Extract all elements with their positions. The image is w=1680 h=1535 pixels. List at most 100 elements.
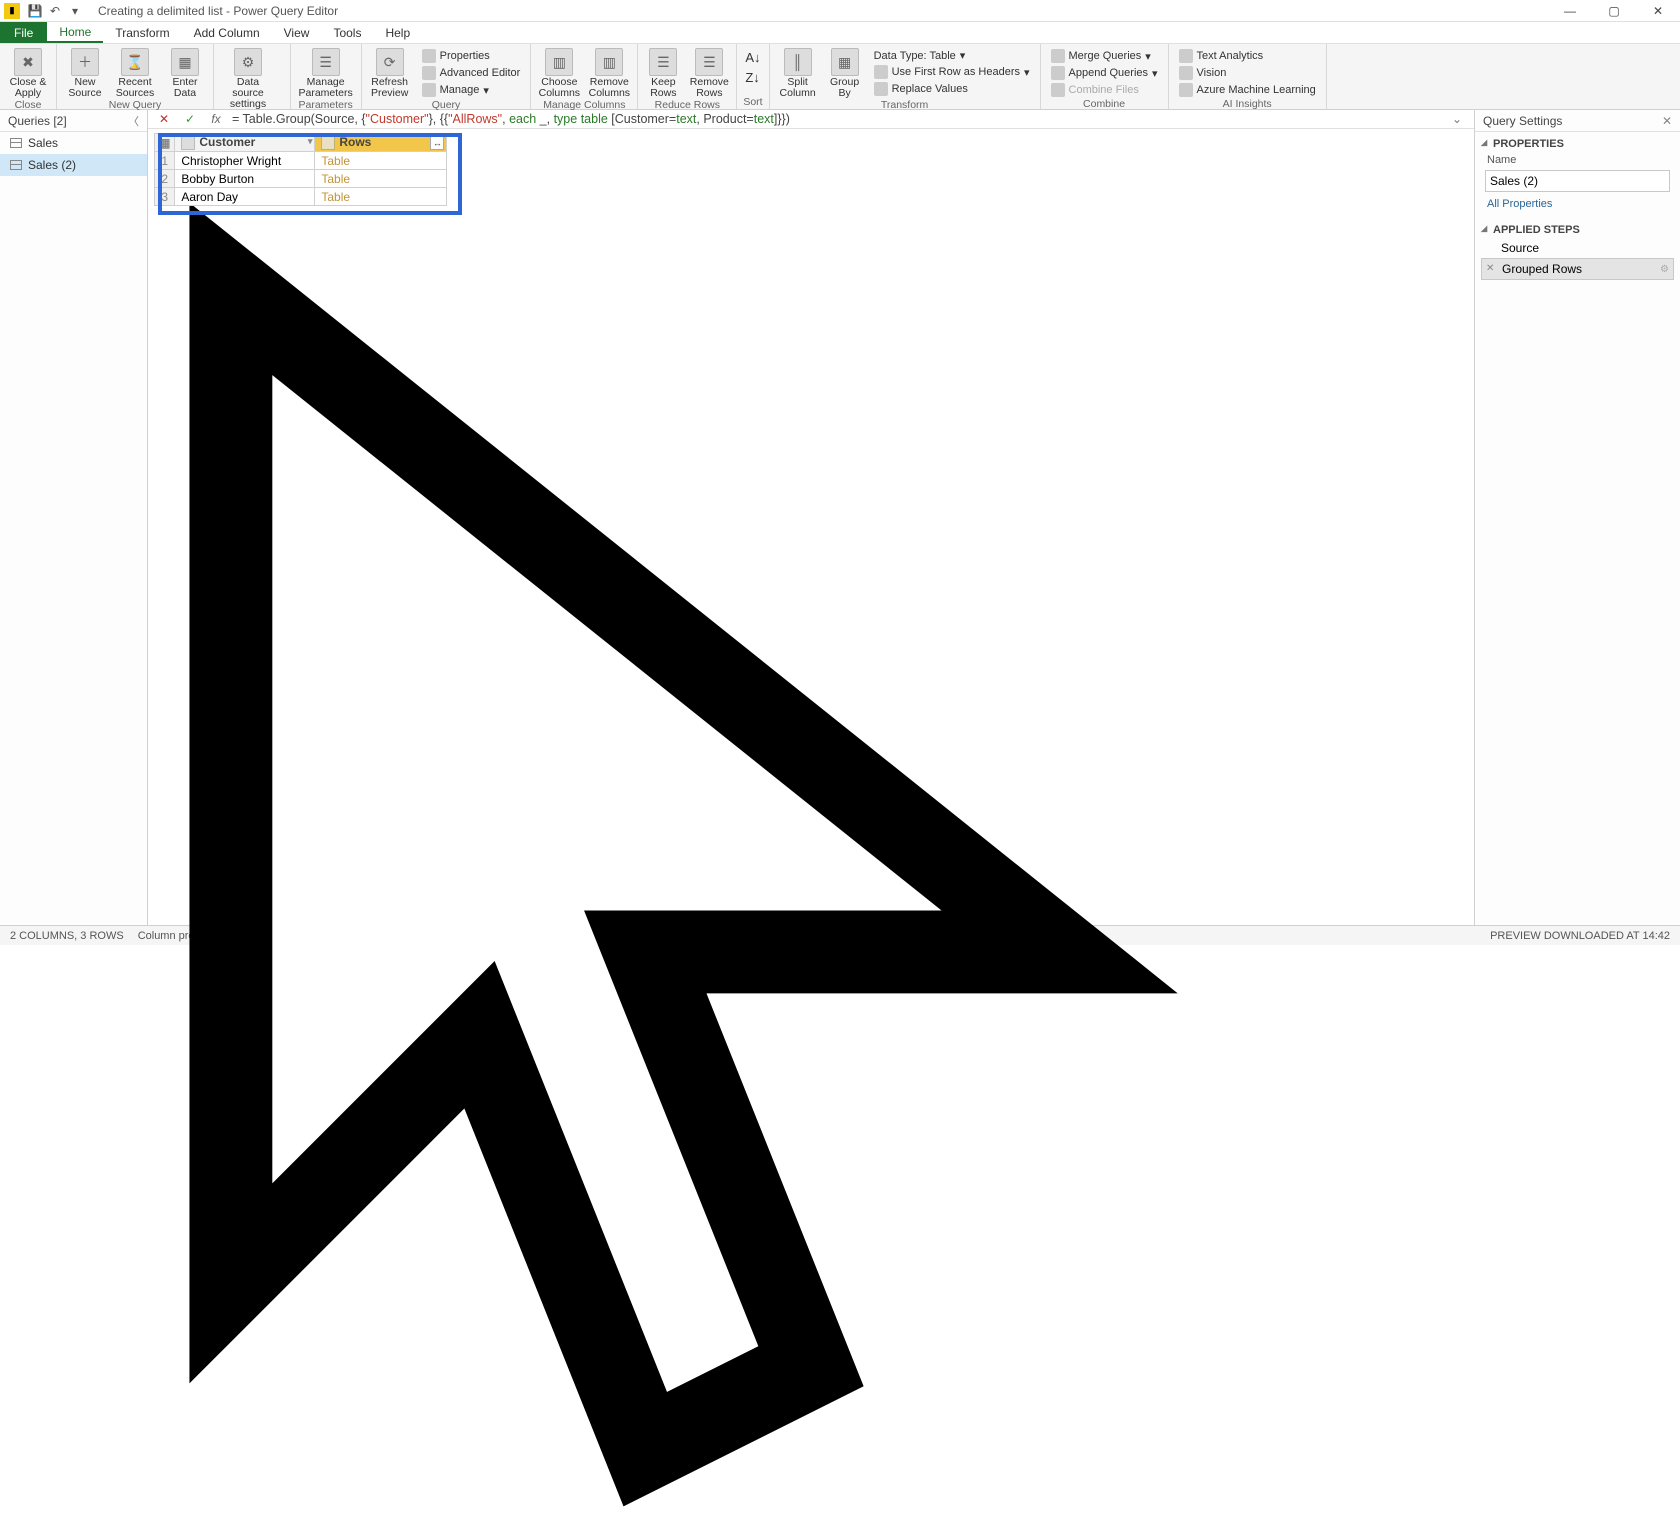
new-source-button[interactable]: ＋NewSource — [63, 46, 107, 99]
sort-desc-button[interactable]: Z↓ — [743, 68, 762, 87]
all-properties-link[interactable]: All Properties — [1475, 196, 1680, 218]
tab-tools[interactable]: Tools — [321, 22, 373, 43]
tab-add-column[interactable]: Add Column — [182, 22, 272, 43]
row-index-header[interactable]: ▦ — [155, 134, 175, 152]
append-queries-label: Append Queries — [1069, 67, 1149, 79]
merge-queries-button[interactable]: Merge Queries ▾ — [1047, 48, 1162, 64]
manage-parameters-label: ManageParameters — [298, 77, 352, 99]
azure-ml-button[interactable]: Azure Machine Learning — [1175, 82, 1320, 98]
keep-rows-button[interactable]: ☰KeepRows — [644, 46, 682, 99]
tab-transform[interactable]: Transform — [103, 22, 181, 43]
cell-customer[interactable]: Christopher Wright — [175, 152, 315, 170]
applied-step-grouped-rows[interactable]: ✕ Grouped Rows ⚙ — [1481, 258, 1674, 280]
remove-columns-label: RemoveColumns — [589, 77, 630, 99]
choose-columns-button[interactable]: ▥ChooseColumns — [537, 46, 581, 99]
status-preview-time: PREVIEW DOWNLOADED AT 14:42 — [1490, 930, 1670, 942]
recent-sources-button[interactable]: ⌛RecentSources — [113, 46, 157, 99]
enter-data-icon: ▦ — [171, 48, 199, 76]
minimize-button[interactable]: — — [1548, 0, 1592, 22]
tab-view[interactable]: View — [272, 22, 322, 43]
query-item-label: Sales — [28, 136, 58, 150]
advanced-editor-button[interactable]: Advanced Editor — [418, 65, 525, 81]
formula-commit-button[interactable]: ✓ — [180, 110, 200, 128]
refresh-preview-icon: ⟳ — [376, 48, 404, 76]
step-label: Source — [1501, 241, 1539, 255]
cell-allrows[interactable]: Table — [315, 152, 447, 170]
query-settings-pane: Query Settings ✕ PROPERTIES Name All Pro… — [1474, 110, 1680, 925]
applied-steps-section-header[interactable]: APPLIED STEPS — [1475, 218, 1680, 238]
ribbon-group-parameters: ☰ManageParameters Parameters — [291, 44, 362, 109]
ribbon-group-query: ⟳RefreshPreview Properties Advanced Edit… — [362, 44, 532, 109]
cell-customer[interactable]: Bobby Burton — [175, 170, 315, 188]
sort-asc-button[interactable]: A↓ — [743, 48, 762, 67]
qat-dropdown[interactable]: ▾ — [66, 2, 84, 20]
group-by-button[interactable]: ▦GroupBy — [826, 46, 864, 99]
text-analytics-button[interactable]: Text Analytics — [1175, 48, 1320, 64]
enter-data-button[interactable]: ▦EnterData — [163, 46, 207, 99]
data-source-settings-icon: ⚙ — [234, 48, 262, 76]
split-column-button[interactable]: ║SplitColumn — [776, 46, 820, 99]
column-filter-dropdown[interactable]: ▾ — [308, 136, 313, 147]
manage-label: Manage — [440, 84, 480, 96]
remove-rows-button[interactable]: ☰RemoveRows — [688, 46, 730, 99]
save-button[interactable]: 💾 — [26, 2, 44, 20]
step-settings-icon[interactable]: ⚙ — [1660, 264, 1669, 275]
maximize-button[interactable]: ▢ — [1592, 0, 1636, 22]
close-window-button[interactable]: ✕ — [1636, 0, 1680, 22]
close-settings-button[interactable]: ✕ — [1662, 114, 1672, 128]
replace-values-button[interactable]: Replace Values — [870, 81, 1034, 97]
data-type-label: Data Type: Table — [874, 50, 956, 62]
data-source-settings-label: Data sourcesettings — [220, 77, 276, 110]
formula-input[interactable]: = Table.Group(Source, {"Customer"}, {{"A… — [232, 112, 1440, 127]
tab-home[interactable]: Home — [47, 22, 103, 43]
first-row-headers-button[interactable]: Use First Row as Headers ▾ — [870, 64, 1034, 80]
ribbon-group-new-query: ＋NewSource ⌛RecentSources ▦EnterData New… — [57, 44, 214, 109]
tab-help[interactable]: Help — [373, 22, 422, 43]
close-apply-label: Close &Apply — [10, 77, 47, 99]
table-row[interactable]: 2 Bobby Burton Table — [155, 170, 447, 188]
cell-customer[interactable]: Aaron Day — [175, 188, 315, 206]
properties-button[interactable]: Properties — [418, 48, 525, 64]
formula-bar: ✕ ✓ fx = Table.Group(Source, {"Customer"… — [148, 110, 1474, 129]
undo-button[interactable]: ↶ — [46, 2, 64, 20]
query-name-input[interactable] — [1485, 170, 1670, 192]
data-source-settings-button[interactable]: ⚙Data sourcesettings — [220, 46, 276, 110]
table-row[interactable]: 3 Aaron Day Table — [155, 188, 447, 206]
column-header-allrows[interactable]: Rows ↔ — [315, 134, 447, 152]
choose-columns-icon: ▥ — [545, 48, 573, 76]
properties-section-header[interactable]: PROPERTIES — [1475, 132, 1680, 152]
cell-allrows[interactable]: Table — [315, 188, 447, 206]
table-row[interactable]: 1 Christopher Wright Table — [155, 152, 447, 170]
query-item-sales-2[interactable]: Sales (2) — [0, 154, 147, 176]
close-apply-button[interactable]: ✖Close &Apply — [6, 46, 50, 99]
remove-columns-button[interactable]: ▥RemoveColumns — [587, 46, 631, 99]
formula-expand-button[interactable]: ⌄ — [1446, 112, 1468, 126]
first-row-headers-icon — [874, 65, 888, 79]
data-grid[interactable]: ▦ Customer ▾ Rows ↔ 1 Christ — [154, 133, 447, 206]
refresh-preview-button[interactable]: ⟳RefreshPreview — [368, 46, 412, 99]
split-column-label: SplitColumn — [780, 77, 816, 99]
vision-button[interactable]: Vision — [1175, 65, 1320, 81]
recent-sources-icon: ⌛ — [121, 48, 149, 76]
manage-parameters-button[interactable]: ☰ManageParameters — [297, 46, 355, 99]
delete-step-icon[interactable]: ✕ — [1486, 263, 1498, 275]
data-type-button[interactable]: Data Type: Table ▾ — [870, 48, 1034, 63]
column-header-customer[interactable]: Customer ▾ — [175, 134, 315, 152]
query-item-sales[interactable]: Sales — [0, 132, 147, 154]
applied-step-source[interactable]: Source — [1481, 238, 1674, 258]
formula-cancel-button[interactable]: ✕ — [154, 110, 174, 128]
append-queries-button[interactable]: Append Queries ▾ — [1047, 65, 1162, 81]
azure-ml-label: Azure Machine Learning — [1197, 84, 1316, 96]
title-bar: ▮ 💾 ↶ ▾ Creating a delimited list - Powe… — [0, 0, 1680, 22]
manage-button[interactable]: Manage ▾ — [418, 82, 525, 98]
window-controls: — ▢ ✕ — [1548, 0, 1680, 22]
column-header-label: Customer — [199, 135, 255, 149]
keep-rows-icon: ☰ — [649, 48, 677, 76]
append-queries-icon — [1051, 66, 1065, 80]
expand-column-button[interactable]: ↔ — [430, 136, 444, 150]
tab-file[interactable]: File — [0, 22, 47, 43]
cell-allrows[interactable]: Table — [315, 170, 447, 188]
queries-collapse-button[interactable]: 〈 — [128, 113, 139, 129]
row-index: 1 — [155, 152, 175, 170]
table-type-icon — [321, 136, 335, 150]
